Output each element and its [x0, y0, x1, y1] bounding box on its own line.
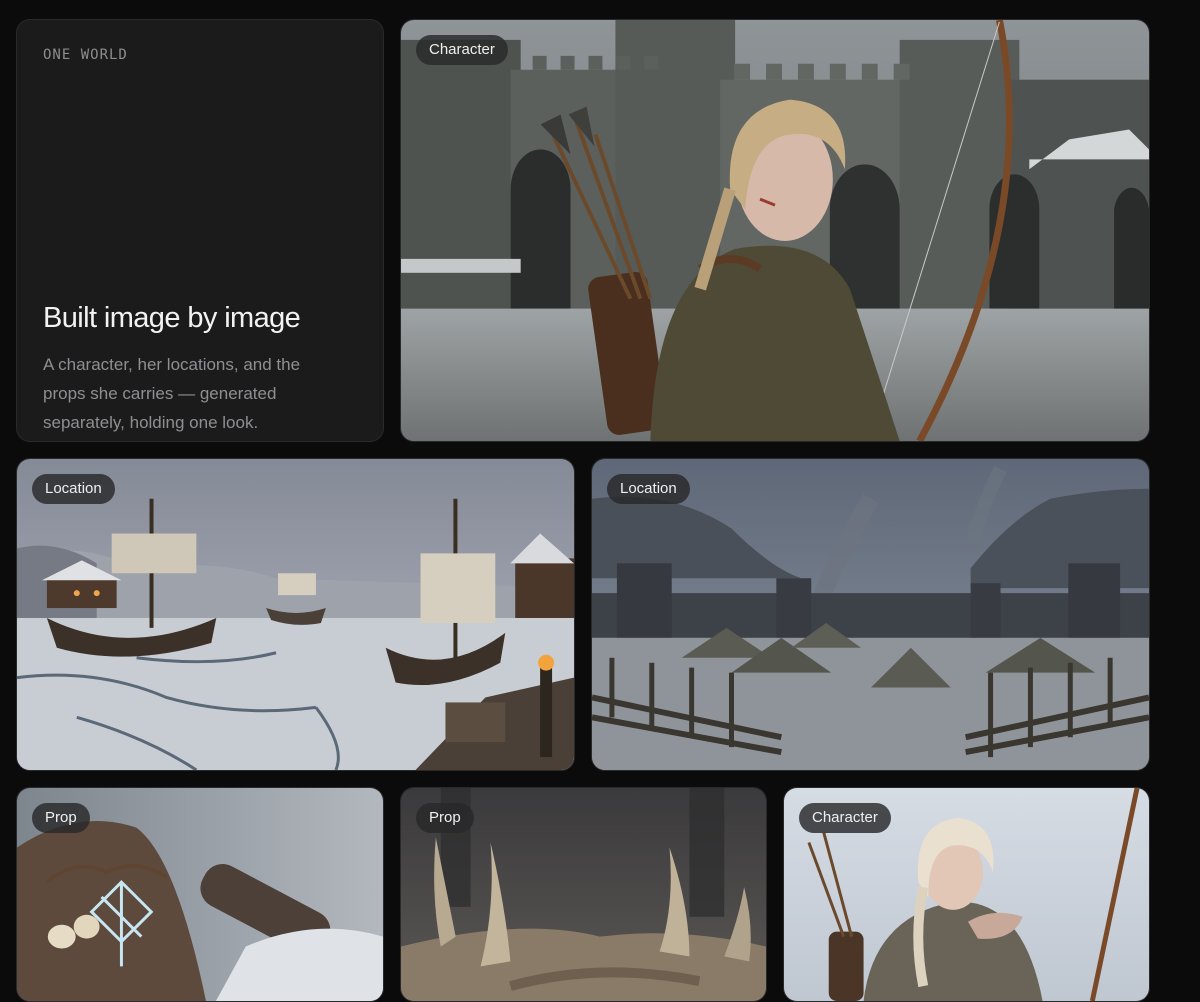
tag-character: Character: [416, 35, 508, 65]
location-card-camp[interactable]: Location: [591, 458, 1150, 771]
intro-card: ONE WORLD Built image by image A charact…: [16, 19, 384, 442]
section-title: Built image by image: [43, 302, 301, 334]
character-card-archer[interactable]: Character: [400, 19, 1150, 442]
prop-card-antler[interactable]: Prop: [400, 787, 767, 1002]
character-archer-image: [401, 20, 1149, 441]
tag-prop: Prop: [416, 803, 474, 833]
tag-location: Location: [607, 474, 690, 504]
tag-character: Character: [799, 803, 891, 833]
tag-prop: Prop: [32, 803, 90, 833]
character-card-breath[interactable]: Character: [783, 787, 1150, 1002]
eyebrow-label: ONE WORLD: [43, 47, 128, 63]
section-description: A character, her locations, and the prop…: [43, 355, 301, 432]
location-camp-image: [592, 459, 1149, 770]
location-harbor-image: [17, 459, 574, 770]
prop-card-pouch[interactable]: Prop: [16, 787, 384, 1002]
tag-location: Location: [32, 474, 115, 504]
location-card-harbor[interactable]: Location: [16, 458, 575, 771]
